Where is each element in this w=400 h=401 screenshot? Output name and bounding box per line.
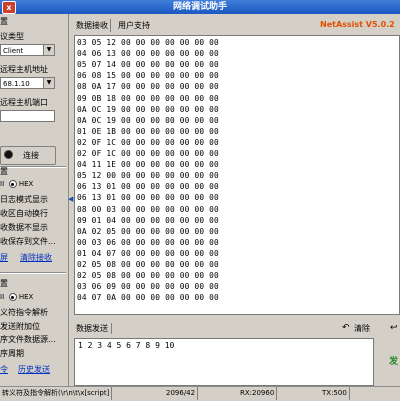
status-rx: RX:20960 [240, 387, 278, 400]
chevron-down-icon[interactable]: ▼ [43, 45, 54, 55]
chevron-down-icon[interactable]: ▼ [43, 78, 54, 88]
host-label: 远程主机地址 [0, 65, 48, 74]
recv-line: 06 13 01 00 00 00 00 00 00 00 [77, 193, 219, 203]
send-button[interactable]: 发 [375, 338, 400, 386]
send-settings-title: 置 [0, 279, 8, 288]
recv-line: 05 12 00 00 00 00 00 00 00 00 [77, 171, 219, 181]
network-settings-title: 置 [0, 17, 8, 26]
port-input[interactable] [0, 110, 55, 122]
recv-line: 06 08 15 00 00 00 00 00 00 00 [77, 71, 219, 81]
recv-line: 02 0F 1C 00 00 00 00 00 00 00 [77, 149, 219, 158]
recv-format-radios: II HEX [0, 180, 33, 188]
recv-line: 04 06 13 00 00 00 00 00 00 00 [77, 49, 219, 59]
send-hex-label: HEX [18, 293, 34, 301]
protocol-value: Client [3, 47, 24, 55]
close-icon[interactable]: x [2, 1, 16, 14]
recv-option-save[interactable]: 收保存到文件... [0, 236, 56, 247]
recv-line: 04 11 1E 00 00 00 00 00 00 00 [77, 160, 219, 170]
app-version-brand: NetAssist V5.0.2 [320, 20, 395, 29]
recv-option-hide[interactable]: 收数据不显示 [0, 222, 48, 233]
port-label: 远程主机端口 [0, 98, 48, 107]
recv-line: 00 03 06 00 00 00 00 00 00 00 [77, 237, 219, 247]
recv-line: 0A 02 05 00 00 00 00 00 00 00 [77, 226, 219, 236]
send-option-append[interactable]: 发送附加位 [0, 321, 40, 332]
send-hex-radio[interactable] [8, 293, 17, 301]
divider [0, 272, 66, 274]
clear-icon[interactable]: ↶ [342, 323, 350, 333]
send-ascii-label: II [0, 293, 5, 301]
protocol-label: 议类型 [0, 32, 24, 41]
recv-line: 01 0E 1B 00 00 00 00 00 00 00 [77, 126, 219, 136]
connect-button[interactable]: 连接 [0, 146, 56, 165]
connect-label: 连接 [23, 151, 39, 160]
recv-hex-label: HEX [18, 180, 34, 188]
recv-save-link[interactable]: 屏 [0, 252, 8, 263]
tab-send[interactable]: 数据发送 [76, 323, 112, 334]
recv-settings-title: 置 [0, 167, 8, 176]
tab-user-support[interactable]: 用户支持 [116, 19, 152, 32]
recv-line: 01 04 07 00 00 00 00 00 00 00 [77, 248, 219, 258]
host-value: 68.1.10 [3, 80, 30, 88]
recv-ascii-label: II [0, 180, 5, 188]
clear-recv-link[interactable]: 清除接收 [20, 252, 52, 263]
recv-line: 05 07 14 00 00 00 00 00 00 00 [77, 60, 219, 70]
window-title: 网络调试助手 [172, 2, 227, 12]
recv-line: 08 0A 17 00 00 00 00 00 00 00 [77, 82, 219, 92]
recv-line: 04 07 0A 00 00 00 00 00 00 00 [77, 293, 219, 303]
recv-option-wrap[interactable]: 收区自动换行 [0, 208, 48, 219]
undo-icon[interactable]: ↩ [390, 323, 398, 333]
send-format-radios: II HEX [0, 293, 33, 301]
recv-line: 02 05 08 00 00 00 00 00 00 00 [77, 260, 219, 269]
recv-option-log[interactable]: 日志模式显示 [0, 194, 48, 205]
status-tx: TX:500 [322, 387, 350, 400]
send-input[interactable]: 1 2 3 4 5 6 7 8 9 10 [74, 338, 374, 386]
status-hint: 转义符及指令解析(\r\n\t\x[script] [2, 387, 113, 400]
host-input[interactable]: 68.1.10 ▼ [0, 77, 55, 89]
protocol-select[interactable]: Client ▼ [0, 44, 55, 56]
recv-line: 02 05 08 00 00 00 00 00 00 00 [77, 271, 219, 281]
recv-line: 02 0F 1C 00 00 00 00 00 00 00 [77, 137, 219, 147]
send-option-file[interactable]: 序文件数据源... [0, 334, 56, 345]
recv-line: 06 13 01 00 00 00 00 00 00 00 [77, 182, 219, 192]
history-link[interactable]: 历史发送 [18, 364, 50, 375]
collapse-arrow-icon[interactable]: ◀ [68, 195, 73, 207]
recv-hex-radio[interactable] [8, 180, 17, 188]
status-bar: 转义符及指令解析(\r\n\t\x[script] 2096/42 RX:209… [0, 386, 400, 401]
recv-line: 03 06 09 00 00 00 00 00 00 00 [77, 282, 219, 292]
send-option-escape[interactable]: 义符指令解析 [0, 307, 48, 318]
recv-line: 09 01 04 00 00 00 00 00 00 00 [77, 215, 219, 225]
title-bar: x 网络调试助手 [0, 0, 400, 14]
settings-panel: 置 议类型 Client ▼ 远程主机地址 68.1.10 ▼ 远程主机端口 连… [0, 14, 69, 400]
divider [0, 166, 66, 168]
send-toolbar: 数据发送 ↶ 清除 ↩ [74, 322, 400, 336]
recv-data-area[interactable]: 03 05 12 00 00 00 00 00 00 00 04 06 13 00… [74, 35, 400, 315]
status-count: 2096/42 [166, 387, 199, 400]
recv-line: 0A 0C 19 00 00 00 00 00 00 00 [77, 115, 219, 125]
tab-recv[interactable]: 数据接收 [74, 19, 111, 32]
recv-line: 08 00 03 00 00 00 00 00 00 00 [77, 204, 219, 214]
shortcut-link[interactable]: 令 [0, 364, 8, 375]
connection-status-icon [4, 150, 13, 159]
send-option-cycle[interactable]: 序周期 [0, 348, 24, 359]
clear-send-button[interactable]: 清除 [354, 323, 370, 334]
recv-line: 03 05 12 00 00 00 00 00 00 00 [77, 38, 219, 47]
recv-line: 0A 0C 19 00 00 00 00 00 00 00 [77, 104, 219, 114]
recv-line: 09 0B 18 00 00 00 00 00 00 00 [77, 93, 219, 103]
